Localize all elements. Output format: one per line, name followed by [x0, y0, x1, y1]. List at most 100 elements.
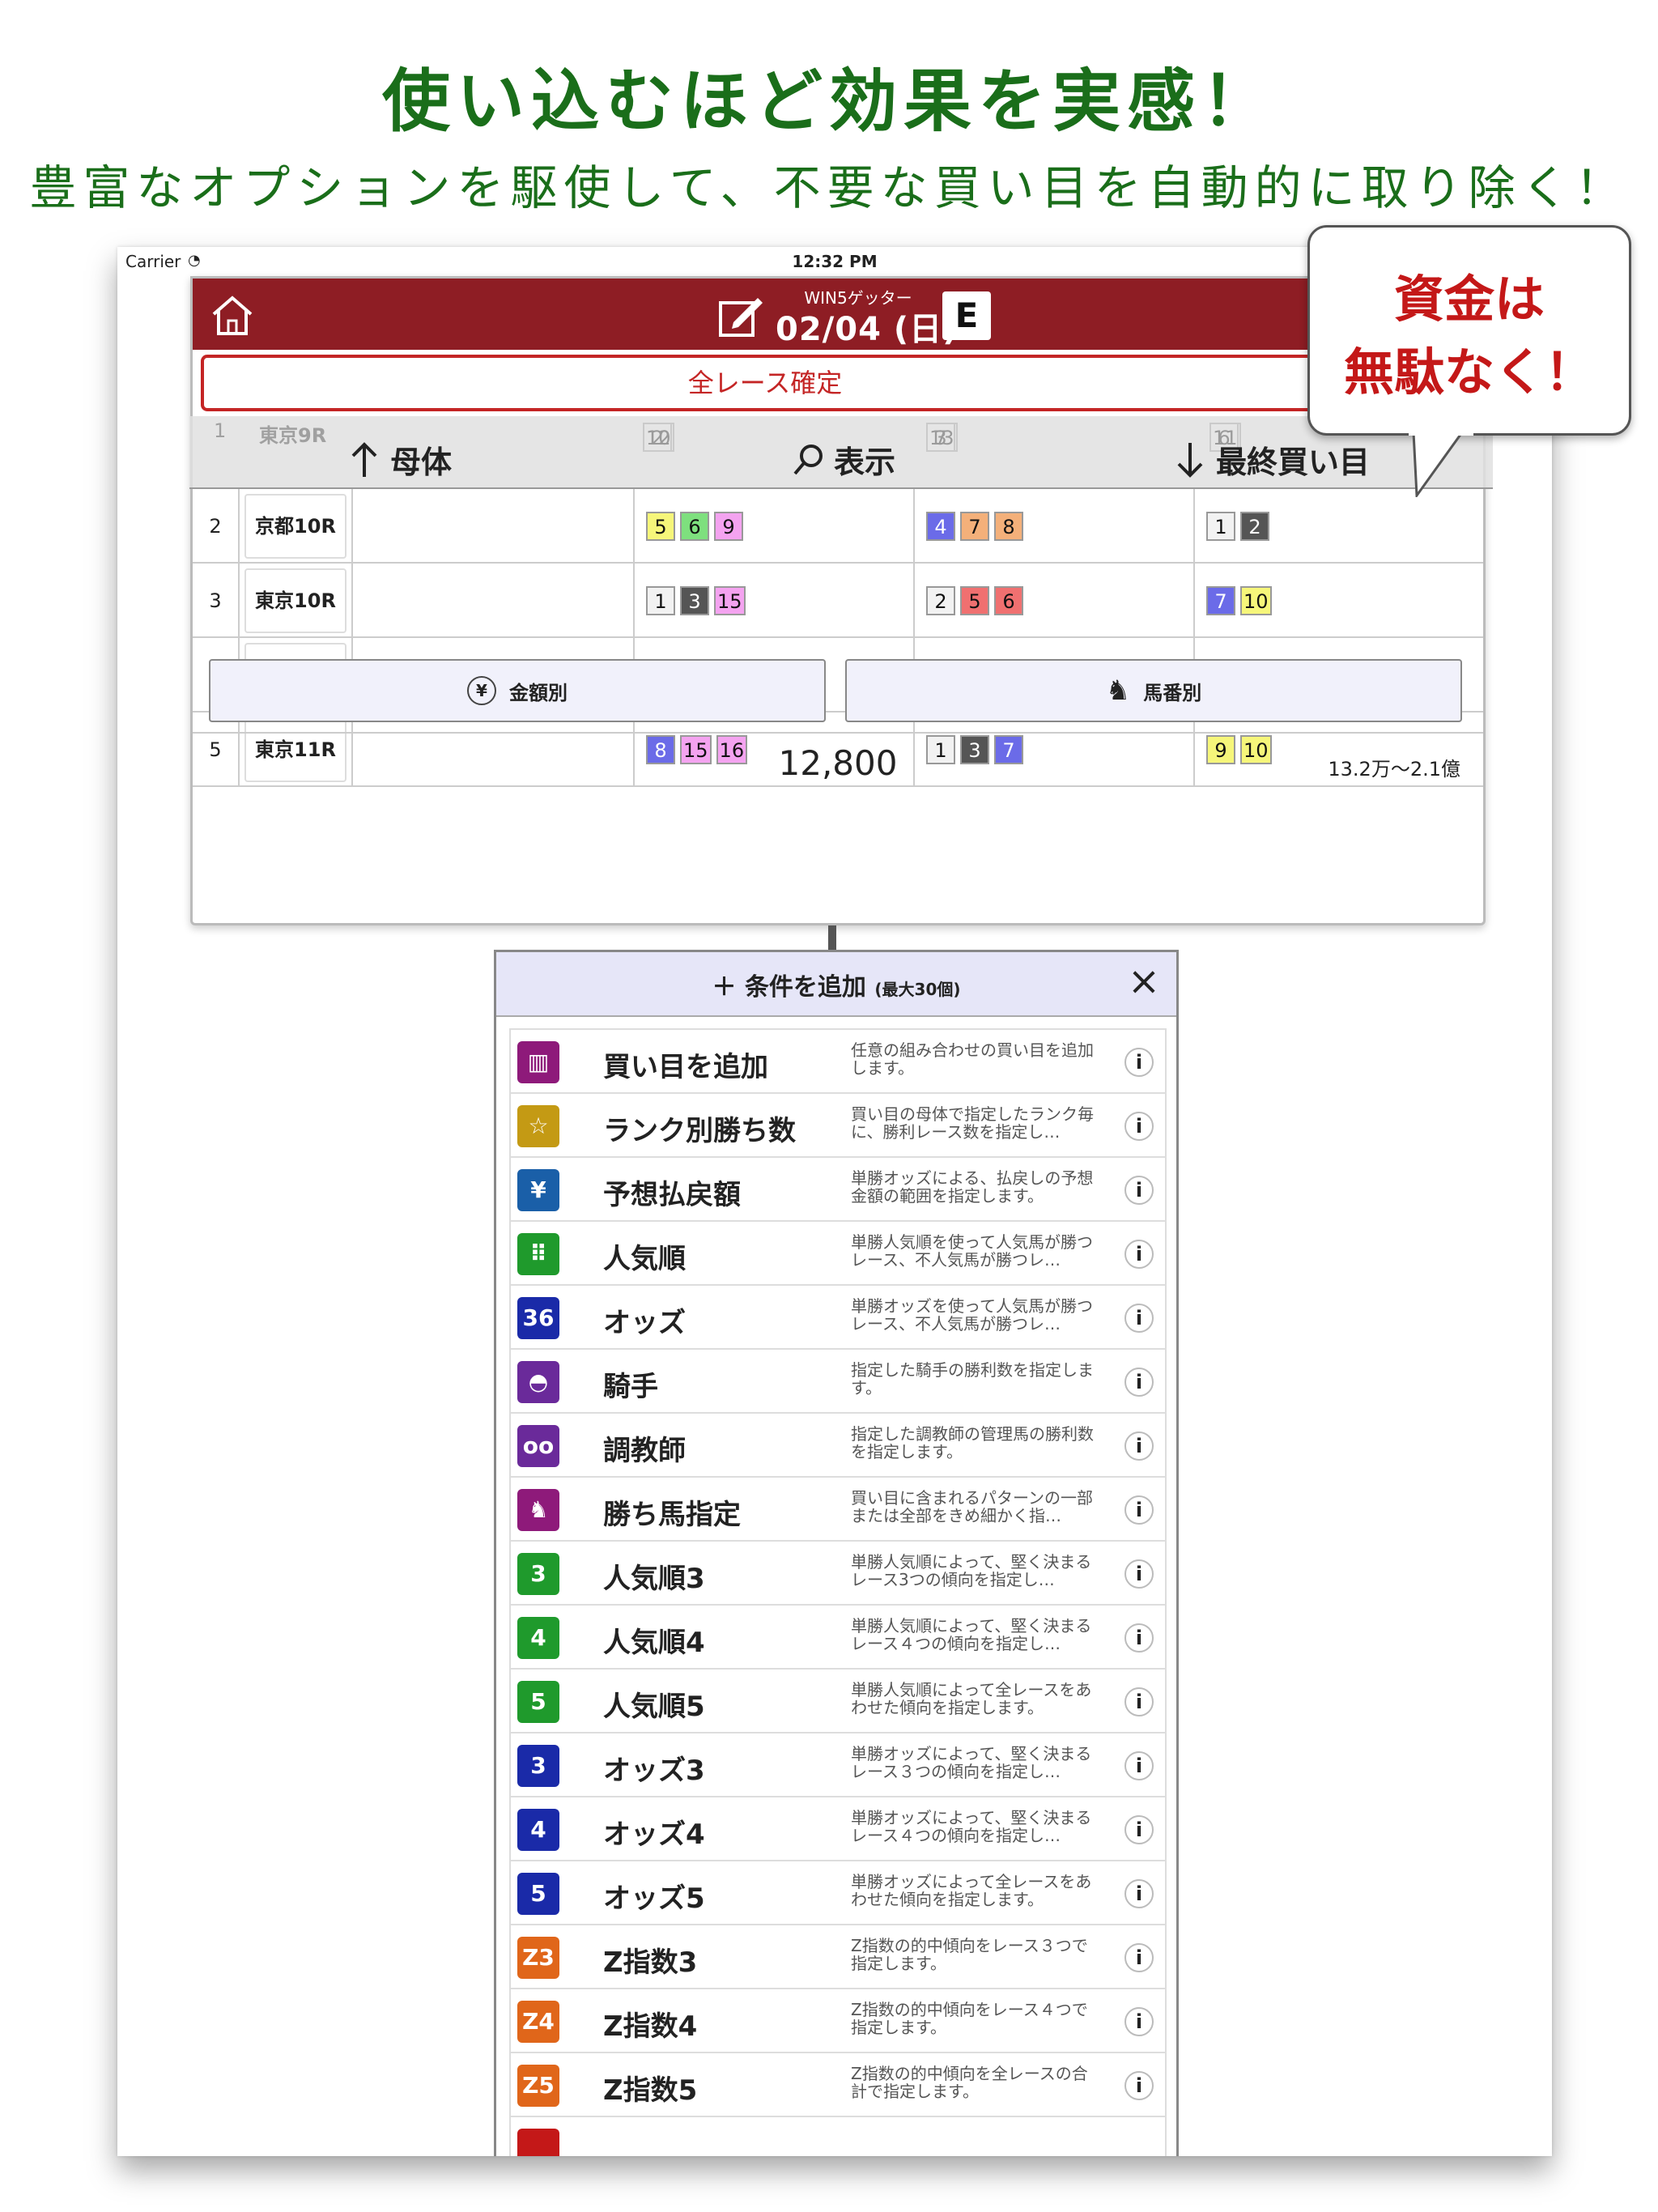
horse-number-chip: 7 [960, 512, 989, 541]
condition-item[interactable]: 36 オッズ 単勝オッズを使って人気馬が勝つレース、不人気馬が勝つレ… i [511, 1286, 1165, 1350]
info-icon[interactable]: i [1124, 2007, 1154, 2036]
barcode-icon: ▥ [517, 1041, 559, 1083]
total-amount: 12,800 [778, 743, 898, 783]
info-icon[interactable]: i [1124, 2071, 1154, 2100]
condition-item[interactable]: 5 人気順5 単勝人気順によって全レースをあわせた傾向を指定します。 i [511, 1670, 1165, 1733]
condition-item[interactable]: 3 オッズ3 単勝オッズによって、堅く決まるレース３つの傾向を指定し… i [511, 1733, 1165, 1797]
race-cell [351, 489, 633, 564]
popularity-4-icon: 4 [517, 1617, 559, 1659]
sort-display-button[interactable]: 表示 [792, 437, 895, 482]
horse-selection-cell[interactable]: 1 3 15 [633, 564, 913, 638]
condition-label: Z指数4 [603, 2010, 698, 2043]
condition-description: 単勝人気順を使って人気馬が勝つレース、不人気馬が勝つレ… [851, 1232, 1093, 1270]
condition-list[interactable]: ▥ 買い目を追加 任意の組み合わせの買い目を追加します。 i ☆ ランク別勝ち数 買い目の母… [509, 1028, 1167, 2156]
race-venue-button[interactable]: 東京10R [244, 568, 346, 633]
condition-item[interactable]: ◓ 騎手 指定した騎手の勝利数を指定します。 i [511, 1350, 1165, 1414]
condition-item[interactable]: ☆ ランク別勝ち数 買い目の母体で指定したランク毎に、勝利レース数を指定し… i [511, 1094, 1165, 1158]
confirm-all-races-button[interactable]: 全レース確定 [201, 355, 1329, 411]
info-icon[interactable]: i [1124, 1879, 1154, 1908]
sort-display-label: 表示 [834, 445, 896, 480]
info-icon[interactable]: i [1124, 1495, 1154, 1525]
condition-label: 人気順 [603, 1243, 686, 1275]
condition-label: オッズ [603, 1307, 686, 1339]
odds-3-icon: 3 [517, 1745, 559, 1787]
condition-label: 調教師 [603, 1435, 686, 1467]
condition-description: 単勝オッズによって、堅く決まるレース４つの傾向を指定し… [851, 1808, 1092, 1845]
condition-label: 買い目を追加 [603, 1051, 768, 1083]
connector-line [828, 925, 836, 951]
condition-item[interactable]: ♞ 勝ち馬指定 買い目に含まれるパターンの一部または全部をきめ細かく指… i [511, 1478, 1165, 1542]
info-icon[interactable]: i [1124, 1687, 1154, 1716]
info-icon[interactable]: i [1124, 1112, 1154, 1141]
race-row[interactable]: 3 東京10R 1 3 15 2 5 6 7 10 [193, 564, 1483, 638]
edit-icon[interactable] [717, 293, 764, 338]
race-venue-button[interactable]: 京都10R [244, 494, 346, 559]
horse-icon: ♞ [1105, 674, 1131, 707]
payout-range: 13.2万〜2.1億 [1328, 758, 1460, 781]
sort-base-button[interactable]: 母体 [348, 437, 452, 482]
horse-number-chip: 8 [994, 512, 1023, 541]
info-icon[interactable]: i [1124, 1431, 1154, 1461]
info-icon[interactable]: i [1124, 1815, 1154, 1844]
condition-item[interactable]: oo 調教師 指定した調教師の管理馬の勝利数を指定します。 i [511, 1414, 1165, 1478]
condition-item[interactable]: Z5 Z指数5 Z指数の的中傾向を全レースの合計で指定します。 i [511, 2053, 1165, 2117]
condition-description: 単勝オッズによる、払戻しの予想金額の範囲を指定します。 [851, 1168, 1094, 1206]
z-index-3-icon: Z3 [517, 1937, 559, 1979]
z-index-5-icon: Z5 [517, 2065, 559, 2107]
condition-item[interactable]: ⠿ 人気順 単勝人気順を使って人気馬が勝つレース、不人気馬が勝つレ… i [511, 1222, 1165, 1286]
home-icon[interactable] [210, 295, 254, 337]
info-icon[interactable]: i [1124, 1304, 1154, 1333]
sort-final-button[interactable]: 最終買い目 [1174, 437, 1370, 482]
condition-description: 単勝人気順によって全レースをあわせた傾向を指定します。 [851, 1680, 1092, 1717]
condition-item[interactable]: 4 オッズ4 単勝オッズによって、堅く決まるレース４つの傾向を指定し… i [511, 1797, 1165, 1861]
info-icon[interactable]: i [1124, 1176, 1154, 1205]
condition-description: 単勝オッズによって、堅く決まるレース３つの傾向を指定し… [851, 1744, 1092, 1781]
condition-item[interactable]: Z4 Z指数4 Z指数の的中傾向をレース４つで指定します。 i [511, 1989, 1165, 2053]
condition-label: 人気順4 [603, 1627, 705, 1659]
condition-description: 指定した調教師の管理馬の勝利数を指定します。 [851, 1424, 1094, 1461]
condition-item[interactable]: 3 人気順3 単勝人気順によって、堅く決まるレース3つの傾向を指定し… i [511, 1542, 1165, 1606]
condition-label: ランク別勝ち数 [603, 1115, 796, 1147]
condition-item[interactable]: 4 人気順4 単勝人気順によって、堅く決まるレース４つの傾向を指定し… i [511, 1606, 1165, 1670]
ticket-badge[interactable]: E [942, 291, 991, 340]
horse-selection-cell[interactable]: 478 [913, 489, 1193, 564]
condition-item[interactable]: ¥ 予想払戻額 単勝オッズによる、払戻しの予想金額の範囲を指定します。 i [511, 1158, 1165, 1222]
condition-description: 単勝人気順によって、堅く決まるレース3つの傾向を指定し… [851, 1552, 1092, 1589]
by-amount-button[interactable]: ¥ 金額別 [209, 659, 826, 722]
close-icon[interactable]: × [1124, 962, 1163, 1002]
condition-item[interactable]: Z3 Z指数3 Z指数の的中傾向をレース３つで指定します。 i [511, 1925, 1165, 1989]
condition-description: Z指数の的中傾向を全レースの合計で指定します。 [851, 2064, 1088, 2101]
z-index-4-icon: Z4 [517, 2001, 559, 2043]
horse-selection-cell[interactable]: 256 [913, 564, 1193, 638]
by-horse-button[interactable]: ♞ 馬番別 [845, 659, 1462, 722]
arrow-up-icon [351, 441, 377, 477]
race-date: 02/04 (日) [776, 311, 959, 348]
horse-number-chip: 9 [714, 512, 743, 541]
race-row[interactable]: 2 京都10R 5 6 9 4 7 8 1 2 [193, 489, 1483, 564]
condition-item[interactable]: ▥ 買い目を追加 任意の組み合わせの買い目を追加します。 i [511, 1030, 1165, 1094]
add-condition-header: ＋ 条件を追加 (最大30個) × [496, 952, 1176, 1017]
condition-label: オッズ3 [603, 1755, 705, 1787]
info-icon[interactable]: i [1124, 1048, 1154, 1077]
ghost-num: 1 [214, 419, 227, 442]
sort-final-label: 最終買い目 [1216, 445, 1371, 480]
info-icon[interactable]: i [1124, 1368, 1154, 1397]
condition-item[interactable]: 5 オッズ5 単勝オッズによって全レースをあわせた傾向を指定します。 i [511, 1861, 1165, 1925]
info-icon[interactable]: i [1124, 1623, 1154, 1653]
horse-selection-cell[interactable]: 569 [633, 489, 913, 564]
info-icon[interactable]: i [1124, 1559, 1154, 1589]
search-icon [793, 444, 823, 474]
horse-selection-cell[interactable]: 12 [1193, 489, 1485, 564]
condition-description: 単勝人気順によって、堅く決まるレース４つの傾向を指定し… [851, 1616, 1092, 1653]
info-icon[interactable]: i [1124, 1943, 1154, 1972]
info-icon[interactable]: i [1124, 1240, 1154, 1269]
race-number: 2 [193, 489, 240, 564]
condition-item[interactable] [511, 2117, 1165, 2156]
horse-selection-cell[interactable]: 7 10 [1193, 564, 1485, 638]
info-icon[interactable]: i [1124, 1751, 1154, 1780]
condition-label: Z指数5 [603, 2074, 698, 2107]
odds-5-icon: 5 [517, 1873, 559, 1915]
condition-label: Z指数3 [603, 1946, 698, 1979]
condition-label: 予想払戻額 [603, 1179, 741, 1211]
ghost-venue: 東京9R [259, 424, 327, 447]
